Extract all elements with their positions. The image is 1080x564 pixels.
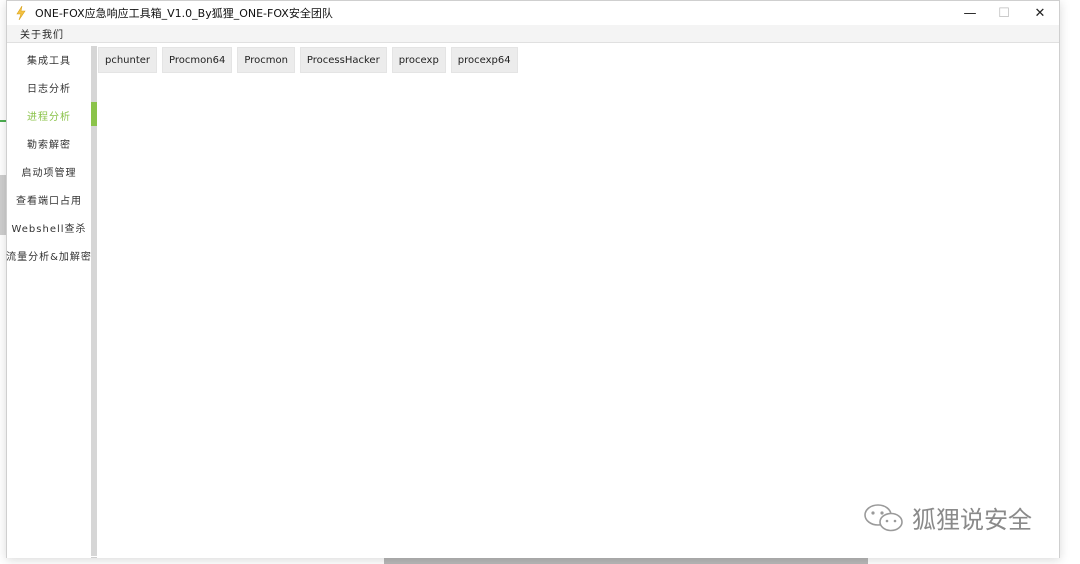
pchunter-button[interactable]: pchunter — [98, 47, 158, 73]
procexp-button[interactable]: procexp — [391, 47, 446, 73]
watermark: 狐狸说安全 — [862, 500, 1032, 535]
desktop: ONE-FOX应急响应工具箱_V1.0_By狐狸_ONE-FOX安全团队 — ☐… — [0, 0, 1080, 564]
sidebar-item-port-usage[interactable]: 查看端口占用 — [7, 185, 91, 213]
content-panel: pchunter Procmon64 Procmon ProcessHacker… — [97, 44, 1059, 558]
sidebar-item-startup-management[interactable]: 启动项管理 — [7, 157, 91, 185]
sidebar-item-webshell-scan[interactable]: Webshell查杀 — [7, 213, 91, 241]
sidebar-item-traffic-analysis[interactable]: 流量分析&加解密 — [6, 241, 91, 269]
sidebar-item-integrated-tools[interactable]: 集成工具 — [7, 45, 91, 73]
sidebar-item-process-analysis[interactable]: 进程分析 — [7, 101, 91, 129]
wechat-logo-icon — [864, 503, 903, 531]
maximize-button[interactable]: ☐ — [987, 1, 1021, 25]
procexp64-button[interactable]: procexp64 — [450, 47, 518, 73]
app-window: ONE-FOX应急响应工具箱_V1.0_By狐狸_ONE-FOX安全团队 — ☐… — [6, 0, 1060, 558]
close-button[interactable]: ✕ — [1023, 1, 1057, 25]
watermark-text: 狐狸说安全 — [912, 506, 1032, 534]
procmon64-button[interactable]: Procmon64 — [162, 47, 233, 73]
procmon-button[interactable]: Procmon — [237, 47, 295, 73]
menu-bar: 关于我们 — [7, 25, 1059, 43]
sidebar-item-ransomware-decrypt[interactable]: 勒索解密 — [7, 129, 91, 157]
fox-app-icon — [13, 5, 29, 21]
sidebar-item-log-analysis[interactable]: 日志分析 — [7, 73, 91, 101]
window-title: ONE-FOX应急响应工具箱_V1.0_By狐狸_ONE-FOX安全团队 — [35, 7, 333, 20]
tool-button-row: pchunter Procmon64 Procmon ProcessHacker… — [98, 47, 1059, 73]
title-bar[interactable]: ONE-FOX应急响应工具箱_V1.0_By狐狸_ONE-FOX安全团队 — ☐… — [7, 1, 1059, 25]
menu-item-about[interactable]: 关于我们 — [20, 26, 64, 41]
processhacker-button[interactable]: ProcessHacker — [299, 47, 387, 73]
minimize-button[interactable]: — — [953, 1, 987, 25]
sidebar: 集成工具 日志分析 进程分析 勒索解密 启动项管理 查看端口占用 Webshel… — [6, 44, 91, 558]
